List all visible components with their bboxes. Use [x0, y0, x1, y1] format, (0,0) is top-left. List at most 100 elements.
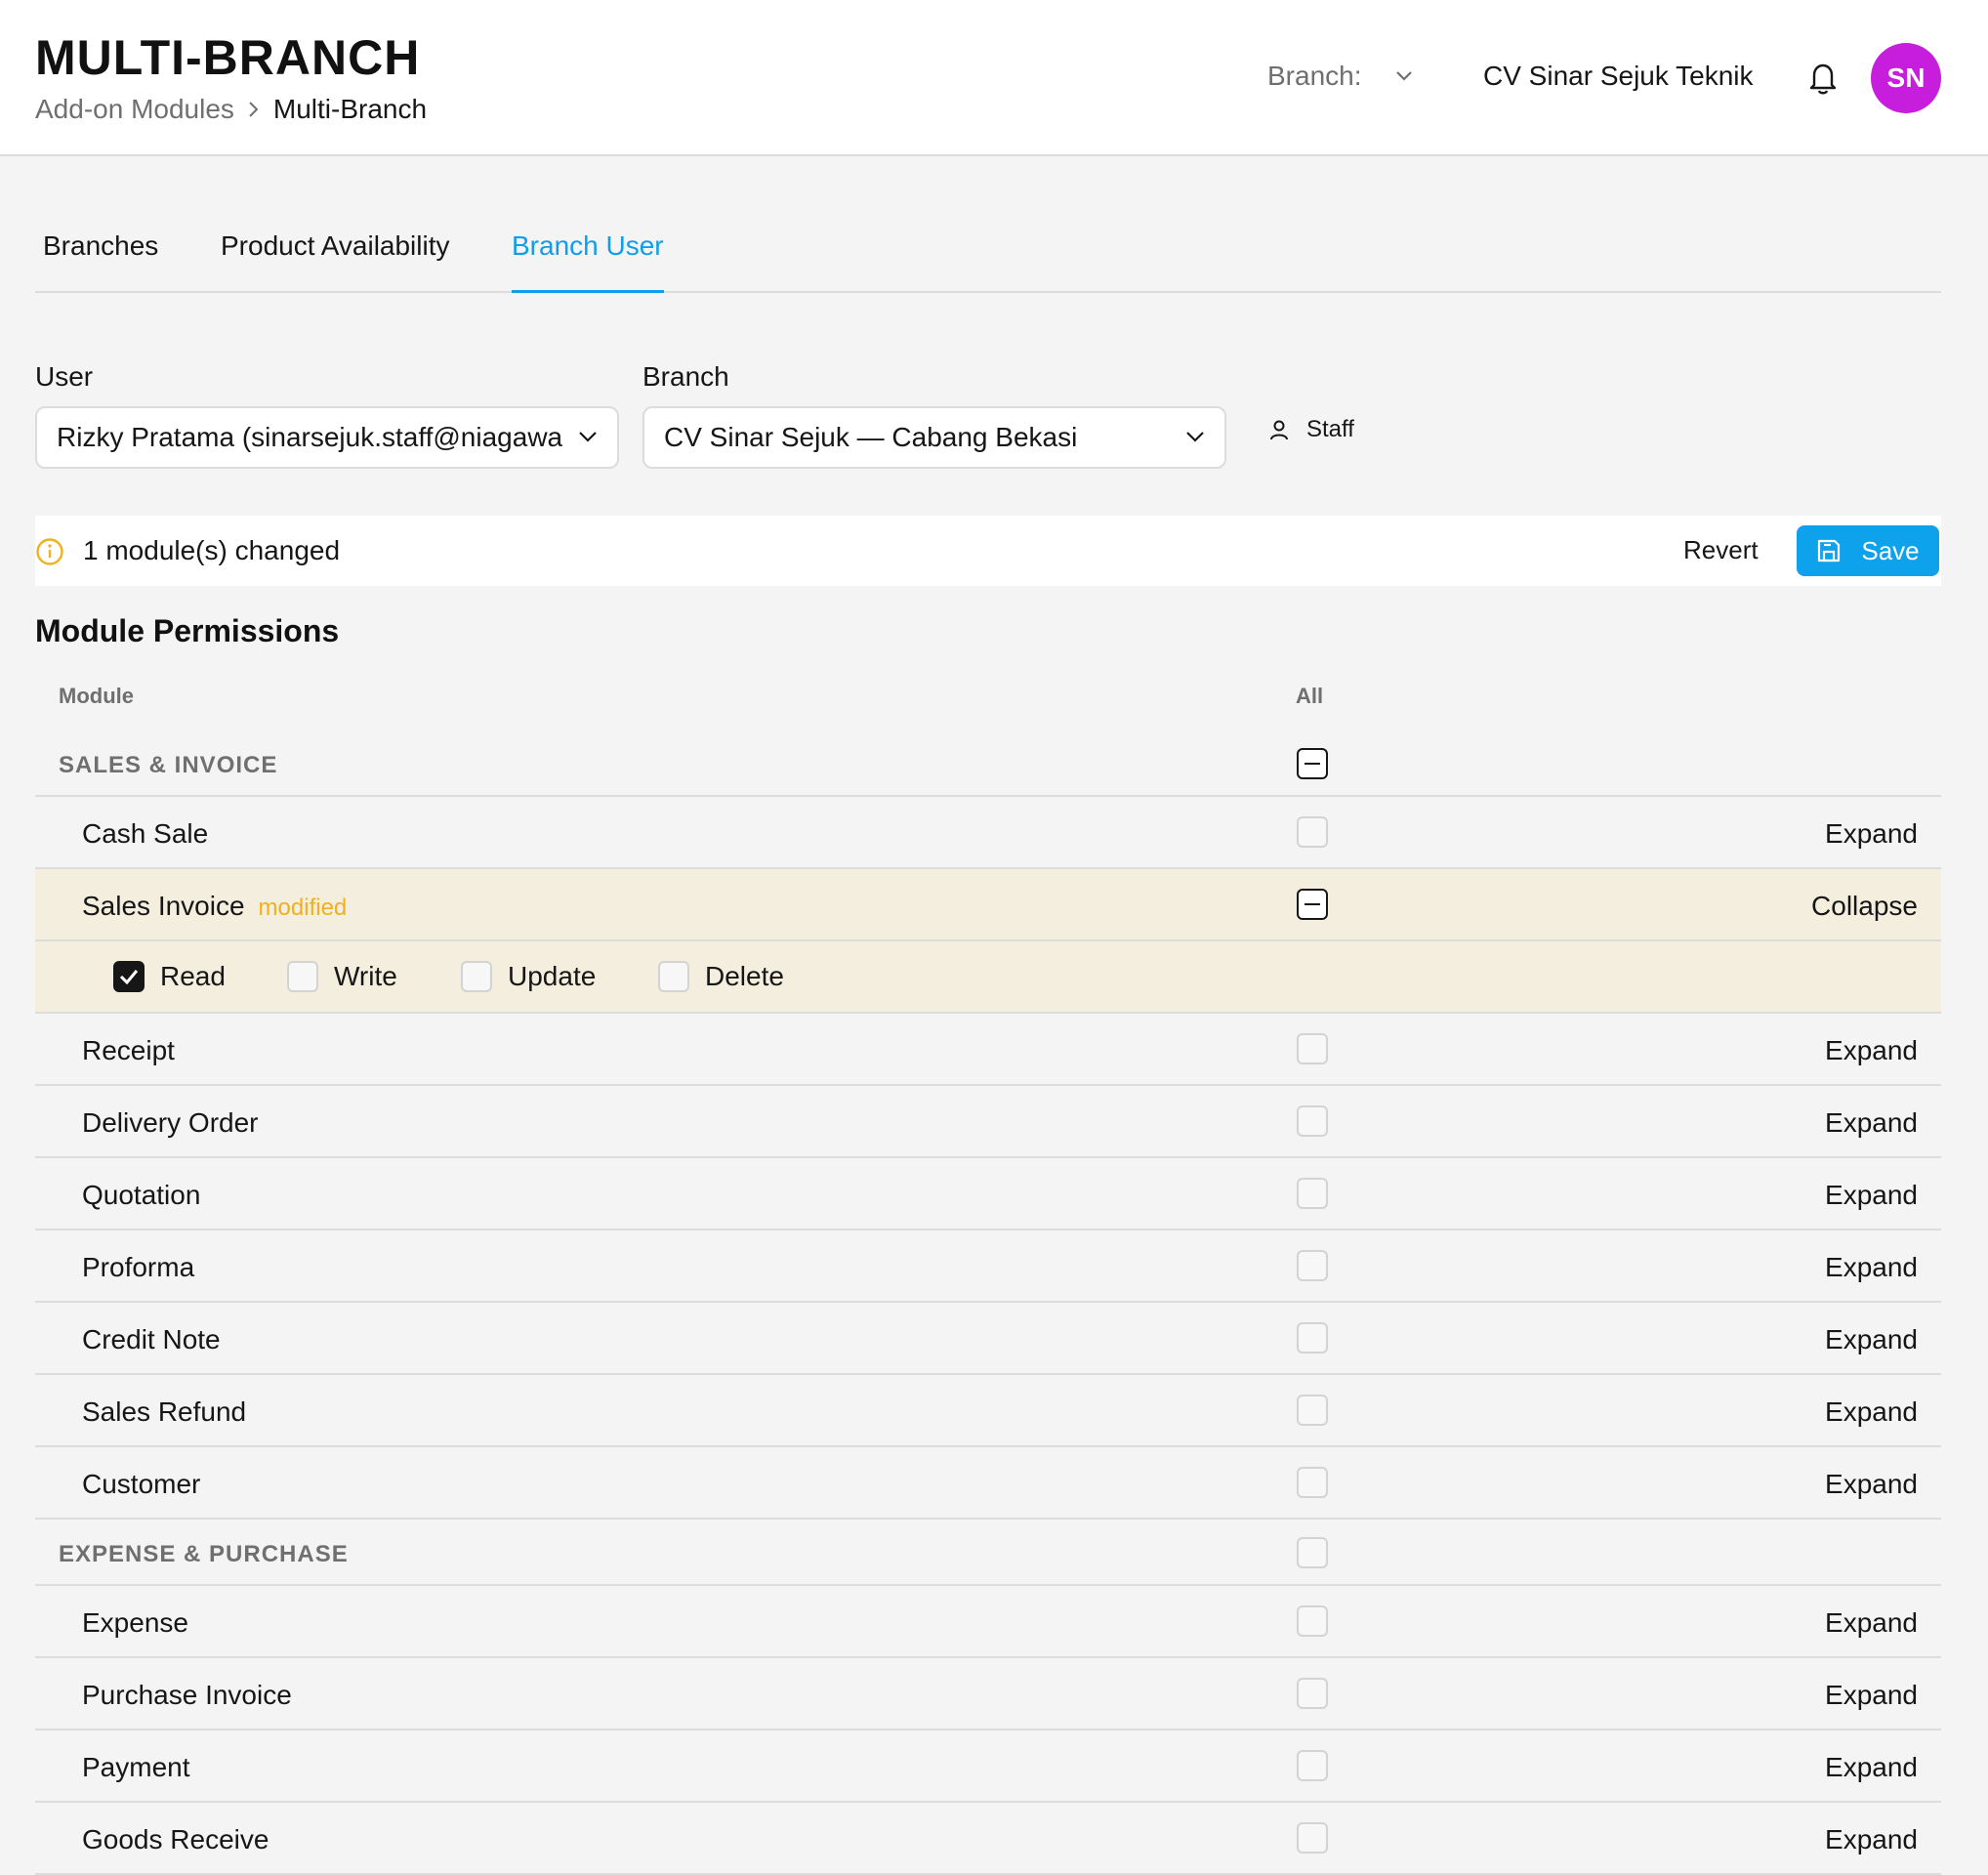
expand-toggle[interactable]: Expand	[1825, 1180, 1918, 1211]
table-row: Credit Note Expand	[35, 1303, 1941, 1375]
module-all-checkbox[interactable]	[1297, 1178, 1328, 1209]
expand-toggle[interactable]: Collapse	[1811, 891, 1918, 922]
branch-select-value: CV Sinar Sejuk — Cabang Bekasi	[664, 422, 1078, 452]
column-header-module: Module	[59, 684, 134, 708]
module-all-checkbox[interactable]	[1297, 1322, 1328, 1354]
table-row: Quotation Expand	[35, 1158, 1941, 1230]
module-all-checkbox[interactable]	[1297, 816, 1328, 848]
section-title: Module Permissions	[35, 613, 340, 648]
save-icon	[1816, 538, 1842, 563]
expand-toggle[interactable]: Expand	[1825, 1396, 1918, 1428]
tab-branch-user[interactable]: Branch User	[512, 230, 664, 293]
user-select-value: Rizky Pratama (sinarsejuk.staff@niagawa	[57, 422, 562, 452]
branch-switcher-label: Branch:	[1267, 61, 1362, 91]
module-name: Receipt	[82, 1035, 175, 1066]
top-header: MULTI-BRANCH Add-on Modules Multi-Branch…	[0, 0, 1988, 156]
user-field-label: User	[35, 361, 94, 392]
module-name-text: Cash Sale	[82, 818, 209, 849]
column-header-all: All	[1296, 684, 1324, 708]
permission-option[interactable]: Write	[287, 961, 397, 992]
module-name-text: Customer	[82, 1469, 201, 1499]
module-name: Sales Invoice modified	[82, 891, 347, 922]
permission-option[interactable]: Update	[461, 961, 596, 992]
bell-icon[interactable]	[1806, 61, 1840, 96]
table-row: Sales Refund Expand	[35, 1375, 1941, 1447]
avatar[interactable]: SN	[1871, 43, 1941, 113]
checkbox-icon[interactable]	[461, 961, 492, 992]
module-name: Credit Note	[82, 1324, 221, 1355]
table-row: Customer Expand	[35, 1447, 1941, 1520]
module-all-checkbox[interactable]	[1297, 1395, 1328, 1426]
permission-option[interactable]: Delete	[658, 961, 784, 992]
chevron-down-icon	[578, 430, 598, 443]
info-icon	[35, 537, 64, 566]
expand-toggle[interactable]: Expand	[1825, 818, 1918, 850]
save-button-label: Save	[1861, 535, 1920, 565]
breadcrumb: Add-on Modules Multi-Branch	[35, 94, 427, 125]
module-name: Purchase Invoice	[82, 1680, 292, 1711]
expand-toggle[interactable]: Expand	[1825, 1752, 1918, 1783]
expand-toggle[interactable]: Expand	[1825, 1824, 1918, 1855]
module-name: Goods Receive	[82, 1824, 269, 1855]
revert-button[interactable]: Revert	[1683, 535, 1759, 565]
permission-label: Delete	[705, 961, 784, 991]
unsaved-changes-bar: 1 module(s) changed Revert Save	[35, 516, 1941, 586]
expand-toggle[interactable]: Expand	[1825, 1035, 1918, 1066]
module-name: Expense	[82, 1607, 188, 1639]
user-select[interactable]: Rizky Pratama (sinarsejuk.staff@niagawa	[35, 406, 619, 469]
role-label: Staff	[1306, 416, 1354, 442]
module-all-checkbox[interactable]	[1297, 1822, 1328, 1854]
group-label: SALES & INVOICE	[59, 752, 278, 778]
module-name-text: Sales Refund	[82, 1396, 247, 1427]
group-row: EXPENSE & PURCHASE	[35, 1520, 1941, 1586]
expand-toggle[interactable]: Expand	[1825, 1607, 1918, 1639]
branch-switcher[interactable]: Branch:	[1267, 61, 1413, 92]
modified-badge: modified	[258, 895, 348, 921]
save-button[interactable]: Save	[1797, 525, 1939, 576]
group-row: SALES & INVOICE	[35, 730, 1941, 797]
branch-field-label: Branch	[642, 361, 729, 392]
group-all-checkbox[interactable]	[1297, 748, 1328, 779]
module-all-checkbox[interactable]	[1297, 1605, 1328, 1637]
branch-select[interactable]: CV Sinar Sejuk — Cabang Bekasi	[642, 406, 1226, 469]
expand-toggle[interactable]: Expand	[1825, 1107, 1918, 1139]
chevron-right-icon	[248, 101, 260, 118]
breadcrumb-current: Multi-Branch	[272, 94, 428, 124]
role-indicator: Staff	[1269, 416, 1354, 443]
expand-toggle[interactable]: Expand	[1825, 1680, 1918, 1711]
module-all-checkbox[interactable]	[1297, 1750, 1328, 1781]
group-label: EXPENSE & PURCHASE	[59, 1541, 349, 1567]
expand-toggle[interactable]: Expand	[1825, 1469, 1918, 1500]
table-row: Sales Invoice modified Collapse	[35, 869, 1941, 941]
user-icon	[1269, 419, 1289, 440]
table-row: Payment Expand	[35, 1730, 1941, 1803]
module-name: Proforma	[82, 1252, 194, 1283]
table-row: Goods Receive Expand	[35, 1803, 1941, 1875]
checkbox-icon[interactable]	[287, 961, 318, 992]
module-name-text: Receipt	[82, 1035, 175, 1065]
module-all-checkbox[interactable]	[1297, 889, 1328, 920]
permission-label: Read	[160, 961, 226, 991]
tab-product-availability[interactable]: Product Availability	[221, 230, 450, 293]
expand-toggle[interactable]: Expand	[1825, 1252, 1918, 1283]
group-all-checkbox[interactable]	[1297, 1537, 1328, 1568]
table-row: Delivery Order Expand	[35, 1086, 1941, 1158]
table-header: Module All	[35, 658, 1941, 730]
checkbox-icon[interactable]	[658, 961, 689, 992]
module-name-text: Sales Invoice	[82, 891, 245, 921]
module-all-checkbox[interactable]	[1297, 1678, 1328, 1709]
module-all-checkbox[interactable]	[1297, 1250, 1328, 1281]
module-all-checkbox[interactable]	[1297, 1033, 1328, 1064]
module-all-checkbox[interactable]	[1297, 1105, 1328, 1137]
module-name: Payment	[82, 1752, 190, 1783]
module-name: Quotation	[82, 1180, 200, 1211]
tab-branches[interactable]: Branches	[43, 230, 158, 293]
breadcrumb-parent-link[interactable]: Add-on Modules	[35, 94, 234, 125]
module-name: Delivery Order	[82, 1107, 258, 1139]
permission-option[interactable]: Read	[113, 961, 226, 992]
module-all-checkbox[interactable]	[1297, 1467, 1328, 1498]
expand-toggle[interactable]: Expand	[1825, 1324, 1918, 1355]
table-row: Purchase Invoice Expand	[35, 1658, 1941, 1730]
permissions-table: Module All SALES & INVOICE Cash Sale Expan…	[35, 658, 1941, 1875]
checkbox-checked-icon[interactable]	[113, 961, 145, 992]
